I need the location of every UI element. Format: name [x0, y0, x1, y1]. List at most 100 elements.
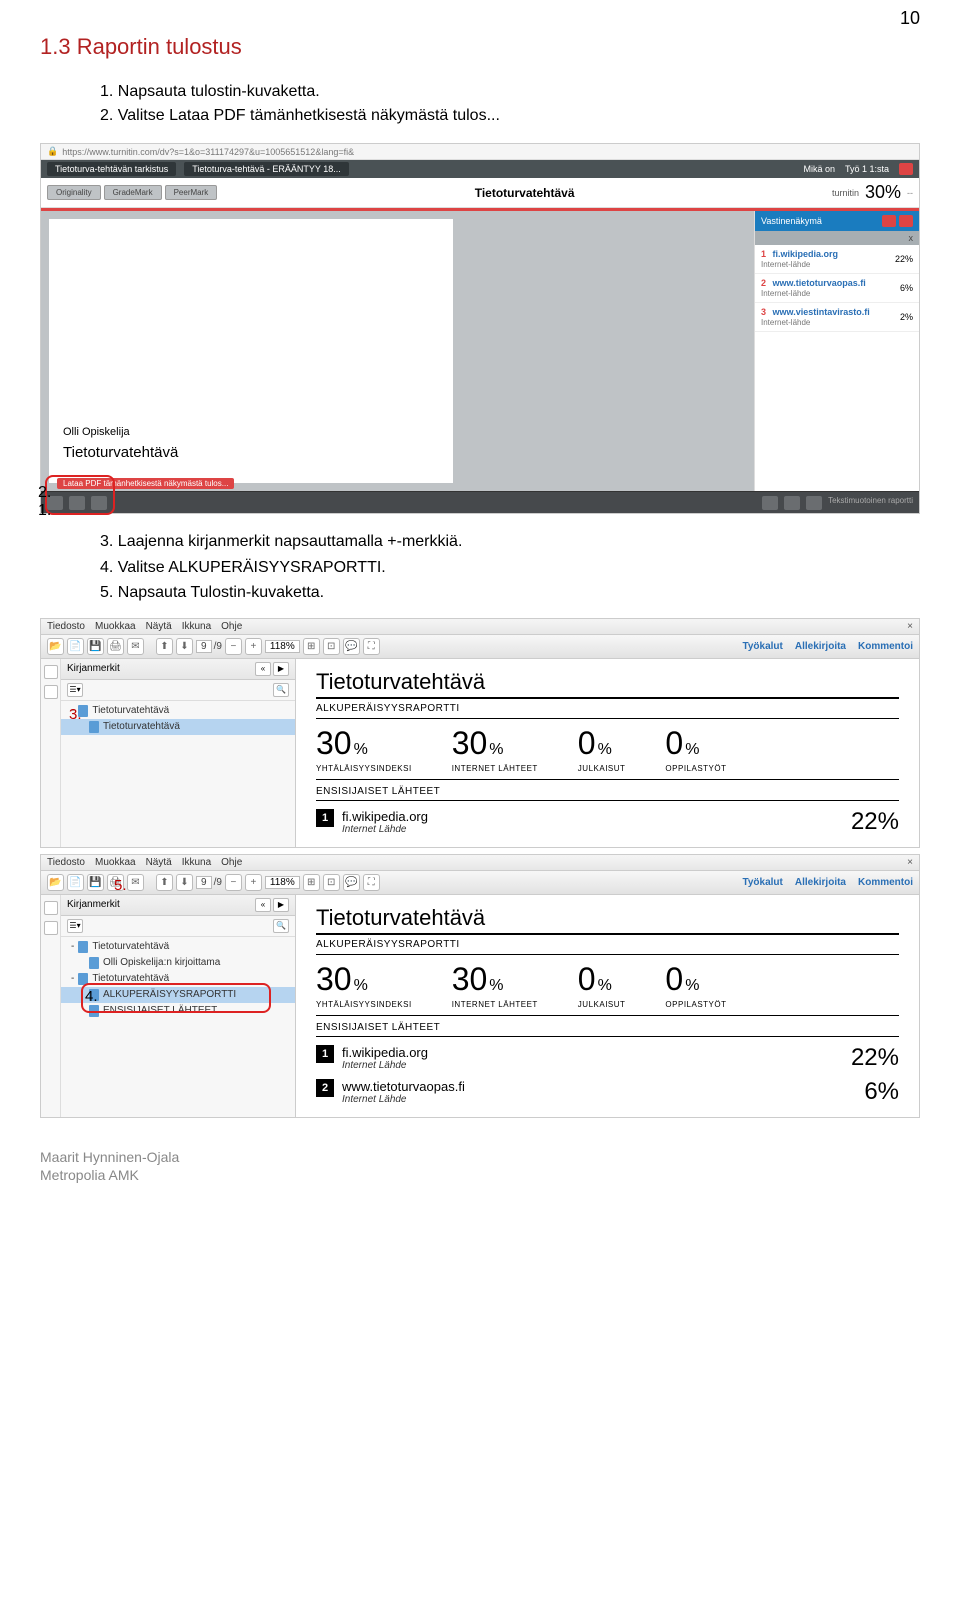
- save-icon[interactable]: 💾: [87, 638, 104, 655]
- bookmarks-panel-icon[interactable]: [44, 921, 58, 935]
- menu-window[interactable]: Ikkuna: [182, 857, 211, 868]
- thumbnails-icon[interactable]: [44, 901, 58, 915]
- print-icon[interactable]: 🖨: [107, 638, 124, 655]
- tree-row[interactable]: Olli Opiskelija:n kirjoittama: [61, 955, 295, 971]
- bookmarks-panel-icon[interactable]: [44, 685, 58, 699]
- stat-label: JULKAISUT: [578, 1000, 626, 1009]
- tree-row[interactable]: -Tietoturvatehtävä: [61, 939, 295, 955]
- list-view-icon[interactable]: [882, 215, 896, 227]
- refresh-icon[interactable]: [806, 496, 822, 510]
- bar-view-icon[interactable]: [899, 215, 913, 227]
- comment-icon[interactable]: 💬: [343, 874, 360, 891]
- step-3: 3. Laajenna kirjanmerkit napsauttamalla …: [100, 529, 920, 555]
- stat-label: INTERNET LÄHTEET: [452, 1000, 538, 1009]
- sources-header: ENSISIJAISET LÄHTEET: [316, 1022, 899, 1037]
- originality-button[interactable]: Originality: [47, 185, 101, 200]
- percent-sign: %: [598, 977, 612, 994]
- bookmark-icon: [89, 957, 99, 969]
- sign-link[interactable]: Allekirjoita: [795, 877, 846, 888]
- menu-edit[interactable]: Muokkaa: [95, 857, 136, 868]
- tools-link[interactable]: Työkalut: [742, 641, 782, 652]
- grademark-button[interactable]: GradeMark: [104, 185, 162, 200]
- fullscreen-icon[interactable]: ⛶: [363, 638, 380, 655]
- stat-value: 0: [665, 961, 683, 997]
- filter-icon[interactable]: [762, 496, 778, 510]
- zoom-level[interactable]: 118%: [265, 640, 300, 653]
- source-row[interactable]: 1 fi.wikipedia.org Internet-lähde 22%: [755, 245, 919, 274]
- close-icon[interactable]: x: [909, 233, 914, 243]
- collapse-all-icon[interactable]: «: [255, 898, 271, 912]
- email-icon[interactable]: ✉: [127, 638, 144, 655]
- tree-collapse-icon[interactable]: -: [71, 973, 74, 984]
- source-percentage: 6%: [864, 1078, 899, 1106]
- stat-value: 30: [452, 961, 488, 997]
- source-number-badge: 1: [316, 809, 334, 827]
- score-dash: --: [907, 188, 913, 198]
- tree-row[interactable]: -Tietoturvatehtävä: [61, 703, 295, 719]
- menu-view[interactable]: Näytä: [146, 621, 172, 632]
- menu-window[interactable]: Ikkuna: [182, 621, 211, 632]
- comment-link[interactable]: Kommentoi: [858, 641, 913, 652]
- zoom-out-icon[interactable]: −: [225, 874, 242, 891]
- menu-help[interactable]: Ohje: [221, 621, 242, 632]
- settings-icon[interactable]: [784, 496, 800, 510]
- zoom-in-icon[interactable]: +: [245, 638, 262, 655]
- create-icon[interactable]: 📄: [67, 638, 84, 655]
- menu-view[interactable]: Näytä: [146, 857, 172, 868]
- fit-page-icon[interactable]: ⊡: [323, 638, 340, 655]
- open-icon[interactable]: 📂: [47, 638, 64, 655]
- menu-edit[interactable]: Muokkaa: [95, 621, 136, 632]
- menu-file[interactable]: Tiedosto: [47, 857, 85, 868]
- fit-width-icon[interactable]: ⊞: [303, 874, 320, 891]
- tree-collapse-icon[interactable]: -: [71, 941, 74, 952]
- close-icon[interactable]: ×: [907, 857, 913, 868]
- fit-width-icon[interactable]: ⊞: [303, 638, 320, 655]
- source-row[interactable]: 2 www.tietoturvaopas.fi Internet-lähde 6…: [755, 274, 919, 303]
- stat-label: OPPILASTYÖT: [665, 764, 726, 773]
- email-icon[interactable]: ✉: [127, 874, 144, 891]
- percent-sign: %: [598, 741, 612, 758]
- create-icon[interactable]: 📄: [67, 874, 84, 891]
- sign-link[interactable]: Allekirjoita: [795, 641, 846, 652]
- open-icon[interactable]: 📂: [47, 874, 64, 891]
- source-percentage: 22%: [895, 254, 913, 264]
- tree-label: Tietoturvatehtävä: [92, 705, 169, 716]
- document-title: Tietoturvatehtävä: [475, 186, 575, 200]
- find-bookmark-icon[interactable]: 🔍: [273, 919, 289, 933]
- tree-row[interactable]: Tietoturvatehtävä: [61, 719, 295, 735]
- page-number-input[interactable]: 9: [196, 876, 212, 889]
- close-icon[interactable]: ×: [907, 621, 913, 632]
- page-up-icon[interactable]: ⬆: [156, 874, 173, 891]
- save-icon[interactable]: 💾: [87, 874, 104, 891]
- viewer-tab-1[interactable]: Tietoturva-tehtävän tarkistus: [47, 162, 176, 176]
- expand-all-icon[interactable]: ▶: [273, 898, 289, 912]
- menu-help[interactable]: Ohje: [221, 857, 242, 868]
- peermark-button[interactable]: PeerMark: [165, 185, 218, 200]
- thumbnails-icon[interactable]: [44, 665, 58, 679]
- zoom-in-icon[interactable]: +: [245, 874, 262, 891]
- page-down-icon[interactable]: ⬇: [176, 638, 193, 655]
- page-number-input[interactable]: 9: [196, 640, 212, 653]
- document-author: Olli Opiskelija: [63, 426, 130, 438]
- fullscreen-icon[interactable]: ⛶: [363, 874, 380, 891]
- page-up-icon[interactable]: ⬆: [156, 638, 173, 655]
- options-icon[interactable]: ☰▾: [67, 683, 83, 697]
- comment-icon[interactable]: 💬: [343, 638, 360, 655]
- comment-link[interactable]: Kommentoi: [858, 877, 913, 888]
- expand-all-icon[interactable]: ▶: [273, 662, 289, 676]
- collapse-all-icon[interactable]: «: [255, 662, 271, 676]
- stat-label: OPPILASTYÖT: [665, 1000, 726, 1009]
- options-icon[interactable]: ☰▾: [67, 919, 83, 933]
- dropdown-icon[interactable]: [899, 163, 913, 175]
- text-report-link[interactable]: Tekstimuotoinen raportti: [828, 496, 913, 510]
- zoom-out-icon[interactable]: −: [225, 638, 242, 655]
- source-sublabel: Internet Lähde: [342, 824, 428, 835]
- zoom-level[interactable]: 118%: [265, 876, 300, 889]
- menu-file[interactable]: Tiedosto: [47, 621, 85, 632]
- find-bookmark-icon[interactable]: 🔍: [273, 683, 289, 697]
- viewer-tab-2[interactable]: Tietoturva-tehtävä - ERÄÄNTYY 18...: [184, 162, 349, 176]
- match-overview-title: Vastinenäkymä: [761, 216, 822, 226]
- fit-page-icon[interactable]: ⊡: [323, 874, 340, 891]
- source-row[interactable]: 3 www.viestintavirasto.fi Internet-lähde…: [755, 303, 919, 332]
- tools-link[interactable]: Työkalut: [742, 877, 782, 888]
